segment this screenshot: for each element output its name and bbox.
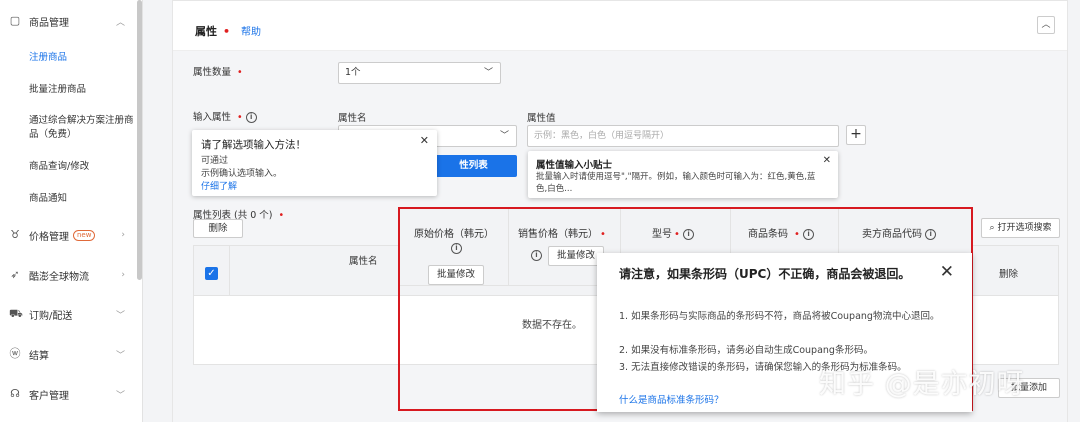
add-attr-button[interactable]: + (846, 125, 866, 145)
attr-value-tip-body: 批量输入时请使用逗号","隔开。例如，输入颜色时可输入为：红色,黄色,蓝色,白色… (536, 172, 816, 194)
sidebar-group-settlement[interactable]: ⓦ 结算 ﹀ (0, 344, 137, 364)
sidebar-group-customer[interactable]: ☊ 客户管理 ﹀ (0, 384, 137, 404)
select-all-checkbox[interactable]: ✓ (205, 267, 218, 280)
chevron-up-icon: ︿ (1041, 20, 1051, 30)
plus-icon: + (850, 126, 862, 142)
box-icon: ▢ (9, 14, 21, 27)
attr-value-tip-title: 属性值输入小贴士 (536, 160, 613, 171)
sidebar-group-logistics[interactable]: ➶ 酷澎全球物流 › (0, 265, 137, 285)
sidebar-item-register[interactable]: 注册商品 (29, 51, 137, 65)
input-method-popup: 请了解选项输入方法！ 可通过 示例确认选项输入。 仔细了解 ✕ (192, 130, 437, 196)
new-badge: new (73, 229, 96, 241)
open-option-search-button[interactable]: ⌕ 打开选项搜索 (981, 218, 1060, 238)
info-icon[interactable]: i (925, 228, 937, 240)
sidebar-item-solution-register[interactable]: 通过综合解决方案注册商品（免费） (29, 114, 137, 142)
col-barcode: 商品条码 • i (748, 225, 815, 240)
attr-value-input[interactable]: 示例：黑色，白色（用逗号隔开） (527, 125, 839, 147)
close-icon[interactable]: ✕ (823, 155, 831, 166)
attr-name-label: 属性名 (338, 113, 367, 124)
attr-value-label: 属性值 (527, 113, 556, 124)
headset-icon: ☊ (10, 387, 20, 400)
chevron-down-icon: ﹀ (115, 390, 125, 401)
chevron-down-icon: ﹀ (115, 350, 125, 361)
col-original-price: 原始价格（韩元） (414, 229, 494, 240)
medal-icon: ♉ (10, 228, 20, 241)
collapse-button[interactable]: ︿ (1037, 16, 1055, 34)
column-divider (229, 246, 230, 296)
panel-title: 属性 • (195, 25, 231, 38)
learn-more-link[interactable]: 仔细了解 (201, 179, 237, 192)
info-icon[interactable]: i (245, 112, 257, 123)
col-sale-price: 销售价格（韩元） • (518, 229, 606, 240)
panel-header: 属性 • 帮助 ︿ (173, 1, 1067, 51)
close-icon[interactable]: ✕ (940, 262, 954, 282)
sidebar-item-product-notice[interactable]: 商品通知 (29, 192, 137, 206)
chevron-right-icon: › (121, 270, 125, 280)
batch-edit-sale-price[interactable]: 批量修改 (548, 246, 604, 266)
info-icon[interactable]: i (451, 243, 462, 254)
info-icon[interactable]: i (531, 250, 542, 261)
chevron-down-icon: ﹀ (499, 131, 509, 141)
chevron-down-icon: ﹀ (483, 68, 493, 78)
empty-state-text: 数据不存在。 (522, 320, 582, 331)
col-delete: 删除 (999, 269, 1019, 280)
sidebar-group-product[interactable]: ▢ 商品管理 ︿ (0, 11, 137, 31)
column-divider (508, 209, 509, 286)
barcode-warning-line-1: 1. 如果条形码与实际商品的条形码不符，商品将被Coupang物流中心退回。 (619, 311, 940, 322)
barcode-warning-line-2: 2. 如果没有标准条形码，请务必自动生成Coupang条形码。 (619, 345, 873, 356)
batch-edit-original-price[interactable]: 批量修改 (428, 265, 484, 285)
won-icon: ⓦ (9, 347, 21, 360)
input-method-title: 请了解选项输入方法！ (201, 139, 306, 151)
chevron-right-icon: › (121, 230, 125, 240)
rocket-icon: ➶ (10, 268, 20, 281)
delete-attr-button[interactable]: 删除 (193, 219, 243, 238)
chevron-up-icon: ︿ (115, 17, 125, 28)
attr-value-tip-popup: 属性值输入小贴士 批量输入时请使用逗号","隔开。例如，输入颜色时可输入为：红色… (528, 151, 838, 198)
col-model: 型号 • i (652, 225, 695, 240)
sidebar-scrollbar[interactable] (137, 0, 142, 280)
info-icon[interactable]: i (683, 228, 695, 240)
attr-count-select[interactable]: 1个 ﹀ (338, 62, 501, 84)
sidebar-item-bulk-register[interactable]: 批量注册商品 (29, 83, 137, 97)
watermark: 知乎 @是亦初呀 (819, 369, 1025, 400)
truck-icon: ⛟ (9, 307, 23, 320)
close-icon[interactable]: ✕ (420, 134, 429, 147)
input-method-line1: 可通过 (201, 156, 229, 166)
info-icon[interactable]: i (803, 228, 815, 240)
sidebar-item-product-query[interactable]: 商品查询/修改 (29, 160, 137, 174)
sidebar-group-orders[interactable]: ⛟ 订购/配送 ﹀ (0, 304, 137, 324)
help-link[interactable]: 帮助 (241, 23, 261, 38)
search-icon: ⌕ (989, 223, 995, 233)
col-attr-name: 属性名 (349, 256, 378, 267)
barcode-warning-title: 请注意，如果条形码（UPC）不正确，商品会被退回。 (619, 267, 911, 281)
sidebar-group-price[interactable]: ♉ 价格管理 new › (0, 225, 137, 245)
standard-barcode-link[interactable]: 什么是商品标准条形码？ (619, 392, 724, 406)
attr-count-label: 属性数量 • (193, 67, 243, 78)
chevron-down-icon: ﹀ (115, 310, 125, 321)
sidebar: ▢ 商品管理 ︿ 注册商品 批量注册商品 通过综合解决方案注册商品（免费） 商品… (0, 0, 143, 422)
col-seller-code: 卖方商品代码 i (862, 225, 937, 240)
attr-list-button[interactable]: 性列表 (430, 155, 517, 177)
input-method-line2: 示例确认选项输入。 (201, 169, 283, 179)
input-attr-label: 输入属性 • i (193, 109, 257, 123)
